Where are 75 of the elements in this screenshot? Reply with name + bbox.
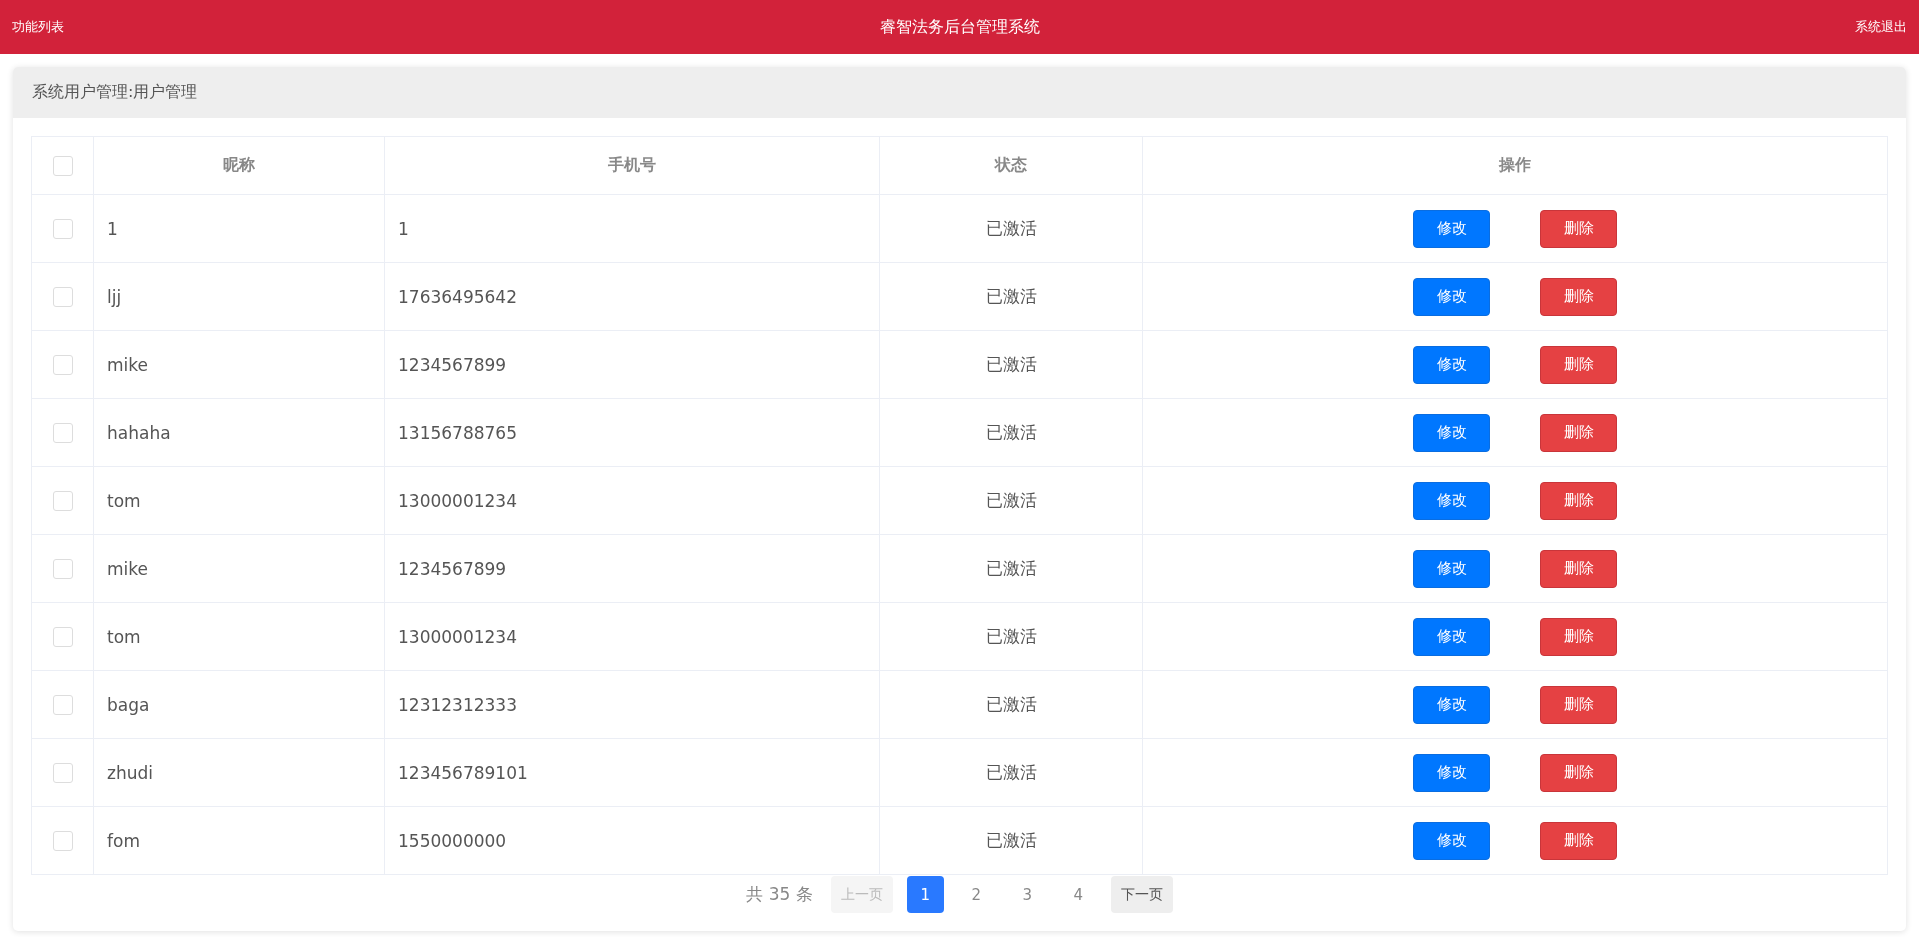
row-checkbox[interactable] [52, 491, 73, 511]
row-checkbox[interactable] [52, 219, 73, 239]
status-cell: 已激活 [985, 218, 1037, 238]
status-cell: 已激活 [985, 354, 1037, 374]
edit-button[interactable]: 修改 [1413, 345, 1490, 384]
row-checkbox[interactable] [52, 559, 73, 579]
edit-button[interactable]: 修改 [1413, 753, 1490, 792]
page-number[interactable]: 2 [957, 876, 995, 913]
status-cell: 已激活 [985, 558, 1037, 578]
nickname-cell: mike [107, 354, 148, 375]
delete-button[interactable]: 删除 [1540, 345, 1617, 384]
page-number[interactable]: 3 [1008, 876, 1046, 913]
row-checkbox[interactable] [52, 695, 73, 715]
delete-button[interactable]: 删除 [1540, 481, 1617, 520]
phone-cell: 1234567899 [398, 354, 507, 375]
total-count: 共 35 条 [746, 883, 813, 906]
status-cell: 已激活 [985, 422, 1037, 442]
nickname-cell: zhudi [107, 762, 153, 783]
nickname-cell: tom [107, 626, 141, 647]
row-checkbox[interactable] [52, 355, 73, 375]
edit-button[interactable]: 修改 [1413, 209, 1490, 248]
status-cell: 已激活 [985, 762, 1037, 782]
status-cell: 已激活 [985, 694, 1037, 714]
status-cell: 已激活 [985, 626, 1037, 646]
delete-button[interactable]: 删除 [1540, 685, 1617, 724]
column-header: 状态 [995, 155, 1027, 174]
status-cell: 已激活 [985, 830, 1037, 850]
row-checkbox[interactable] [52, 763, 73, 783]
page-number[interactable]: 1 [906, 876, 944, 913]
phone-cell: 13156788765 [398, 422, 517, 443]
phone-cell: 1 [398, 218, 409, 239]
edit-button[interactable]: 修改 [1413, 481, 1490, 520]
phone-cell: 12312312333 [398, 694, 517, 715]
row-checkbox[interactable] [52, 831, 73, 851]
select-all-checkbox[interactable] [52, 155, 73, 176]
column-header: 昵称 [223, 155, 255, 174]
row-checkbox[interactable] [52, 287, 73, 307]
phone-cell: 13000001234 [398, 626, 517, 647]
phone-cell: 1234567899 [398, 558, 507, 579]
nickname-cell: hahaha [107, 422, 171, 443]
row-checkbox[interactable] [52, 627, 73, 647]
status-cell: 已激活 [985, 286, 1037, 306]
menu-link[interactable]: 功能列表 [12, 18, 64, 36]
column-header: 手机号 [608, 155, 656, 174]
edit-button[interactable]: 修改 [1413, 413, 1490, 452]
delete-button[interactable]: 删除 [1540, 413, 1617, 452]
edit-button[interactable]: 修改 [1413, 617, 1490, 656]
nickname-cell: mike [107, 558, 148, 579]
nickname-cell: 1 [107, 218, 118, 239]
edit-button[interactable]: 修改 [1413, 821, 1490, 860]
delete-button[interactable]: 删除 [1540, 209, 1617, 248]
column-header: 操作 [1499, 155, 1531, 174]
phone-cell: 17636495642 [398, 286, 517, 307]
nickname-cell: fom [107, 830, 140, 851]
delete-button[interactable]: 删除 [1540, 617, 1617, 656]
phone-cell: 13000001234 [398, 490, 517, 511]
row-checkbox[interactable] [52, 423, 73, 443]
nickname-cell: tom [107, 490, 141, 511]
edit-button[interactable]: 修改 [1413, 549, 1490, 588]
phone-cell: 123456789101 [398, 762, 528, 783]
edit-button[interactable]: 修改 [1413, 685, 1490, 724]
page-number[interactable]: 4 [1059, 876, 1097, 913]
delete-button[interactable]: 删除 [1540, 277, 1617, 316]
delete-button[interactable]: 删除 [1540, 821, 1617, 860]
phone-cell: 1550000000 [398, 830, 507, 851]
next-page-button[interactable]: 下一页 [1110, 876, 1173, 913]
logout-link[interactable]: 系统退出 [1855, 18, 1907, 36]
app-title: 睿智法务后台管理系统 [879, 16, 1040, 38]
edit-button[interactable]: 修改 [1413, 277, 1490, 316]
delete-button[interactable]: 删除 [1540, 753, 1617, 792]
panel-title: 系统用户管理:用户管理 [32, 82, 198, 103]
nickname-cell: ljj [107, 286, 122, 307]
nickname-cell: baga [107, 694, 150, 715]
status-cell: 已激活 [985, 490, 1037, 510]
delete-button[interactable]: 删除 [1540, 549, 1617, 588]
